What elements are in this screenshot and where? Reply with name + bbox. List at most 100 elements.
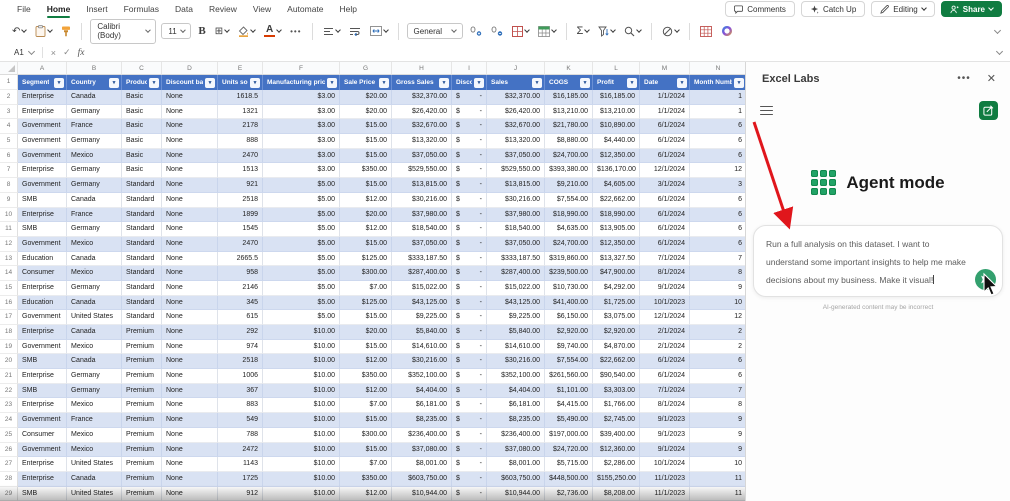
cell[interactable]: None <box>162 105 218 120</box>
cell[interactable]: $5.00 <box>263 193 340 208</box>
cell[interactable]: Basic <box>122 134 162 149</box>
cell[interactable]: Standard <box>122 281 162 296</box>
format-painter-button[interactable] <box>59 24 73 39</box>
panel-close-button[interactable]: ✕ <box>987 72 996 85</box>
cell[interactable]: $13,905.00 <box>593 222 640 237</box>
cell[interactable]: Germany <box>67 369 122 384</box>
row-number[interactable]: 7 <box>0 163 18 178</box>
cell[interactable]: $- <box>452 354 487 369</box>
row-number[interactable]: 14 <box>0 266 18 281</box>
filter-dropdown-icon[interactable]: ▾ <box>580 78 590 88</box>
cell[interactable]: $333,187.50 <box>487 252 545 267</box>
cell[interactable]: $24,720.00 <box>545 443 593 458</box>
cell[interactable]: $30,216.00 <box>392 193 452 208</box>
cell[interactable]: SMB <box>18 222 67 237</box>
name-box[interactable]: A1 <box>8 48 40 57</box>
cell[interactable]: None <box>162 398 218 413</box>
cell[interactable]: 1006 <box>218 369 263 384</box>
cell[interactable]: None <box>162 384 218 399</box>
cell[interactable]: 2472 <box>218 443 263 458</box>
cell[interactable]: $7,554.00 <box>545 193 593 208</box>
cell[interactable]: Consumer <box>18 266 67 281</box>
cell[interactable]: $1,725.00 <box>593 296 640 311</box>
cell[interactable]: None <box>162 281 218 296</box>
cell[interactable]: 6/1/2024 <box>640 354 690 369</box>
cell[interactable]: Standard <box>122 310 162 325</box>
cell[interactable]: $24,700.00 <box>545 237 593 252</box>
cell[interactable]: 912 <box>218 487 263 501</box>
cell[interactable]: $10,730.00 <box>545 281 593 296</box>
cell[interactable]: $9,210.00 <box>545 178 593 193</box>
cell[interactable]: $47,900.00 <box>593 266 640 281</box>
select-all-corner[interactable] <box>0 62 18 75</box>
row-number[interactable]: 22 <box>0 384 18 399</box>
cell[interactable]: $- <box>452 398 487 413</box>
send-button[interactable] <box>975 269 996 290</box>
row-number[interactable]: 12 <box>0 237 18 252</box>
menu-tab-file[interactable]: File <box>10 2 38 17</box>
cell[interactable]: $15.00 <box>340 340 392 355</box>
cell[interactable]: $4,415.00 <box>545 398 593 413</box>
cell[interactable]: None <box>162 222 218 237</box>
column-letter-F[interactable]: F <box>263 62 340 75</box>
cell[interactable]: Enterprise <box>18 281 67 296</box>
cell[interactable]: $4,404.00 <box>392 384 452 399</box>
cell[interactable]: $39,400.00 <box>593 428 640 443</box>
cell[interactable]: 2470 <box>218 149 263 164</box>
cell[interactable]: $5.00 <box>263 281 340 296</box>
cell[interactable]: $- <box>452 252 487 267</box>
cell[interactable]: $20.00 <box>340 90 392 105</box>
decrease-decimal-button[interactable] <box>489 24 505 38</box>
cell[interactable]: Government <box>18 237 67 252</box>
cell[interactable]: 6/1/2024 <box>640 237 690 252</box>
cell[interactable]: $393,380.00 <box>545 163 593 178</box>
row-number[interactable]: 28 <box>0 472 18 487</box>
cell[interactable]: $- <box>452 443 487 458</box>
cell[interactable]: Canada <box>67 252 122 267</box>
col-header-discount-band[interactable]: Discount band▾ <box>162 75 218 90</box>
editing-mode-button[interactable]: Editing <box>871 1 934 17</box>
cell[interactable]: Mexico <box>67 149 122 164</box>
cell[interactable]: $448,500.00 <box>545 472 593 487</box>
menu-tab-review[interactable]: Review <box>202 2 244 17</box>
menu-tab-formulas[interactable]: Formulas <box>117 2 166 17</box>
cell[interactable]: 1143 <box>218 457 263 472</box>
cell[interactable]: 6 <box>690 134 745 149</box>
row-number[interactable]: 23 <box>0 398 18 413</box>
cell[interactable]: None <box>162 178 218 193</box>
cell[interactable]: United States <box>67 487 122 501</box>
cell[interactable]: $32,670.00 <box>487 119 545 134</box>
cell[interactable]: 9 <box>690 281 745 296</box>
cell[interactable]: None <box>162 369 218 384</box>
cell[interactable]: SMB <box>18 487 67 501</box>
row-number[interactable]: 24 <box>0 413 18 428</box>
cell[interactable]: $3.00 <box>263 90 340 105</box>
cell[interactable]: Standard <box>122 222 162 237</box>
cell[interactable]: None <box>162 310 218 325</box>
cell[interactable]: $- <box>452 119 487 134</box>
cell[interactable]: $3.00 <box>263 163 340 178</box>
cell[interactable]: $3,075.00 <box>593 310 640 325</box>
cell[interactable]: $1,101.00 <box>545 384 593 399</box>
cell[interactable]: 367 <box>218 384 263 399</box>
cell[interactable]: $- <box>452 340 487 355</box>
cell[interactable]: Canada <box>67 90 122 105</box>
cell[interactable]: $18,990.00 <box>545 208 593 223</box>
autosum-button[interactable]: Σ <box>575 23 592 39</box>
cell[interactable]: $3.00 <box>263 119 340 134</box>
cell[interactable]: Premium <box>122 398 162 413</box>
cell[interactable]: France <box>67 413 122 428</box>
filter-dropdown-icon[interactable]: ▾ <box>474 78 484 88</box>
cell[interactable]: $20.00 <box>340 208 392 223</box>
cell[interactable]: $- <box>452 369 487 384</box>
cell[interactable]: Canada <box>67 296 122 311</box>
cell[interactable]: Enterprise <box>18 369 67 384</box>
formula-input[interactable] <box>92 46 997 59</box>
cell[interactable]: $16,185.00 <box>593 90 640 105</box>
cell[interactable]: $13,210.00 <box>593 105 640 120</box>
cell[interactable]: Standard <box>122 208 162 223</box>
cell[interactable]: $603,750.00 <box>392 472 452 487</box>
cell[interactable]: 6 <box>690 193 745 208</box>
cell[interactable]: Germany <box>67 163 122 178</box>
cell[interactable]: $32,370.00 <box>392 90 452 105</box>
